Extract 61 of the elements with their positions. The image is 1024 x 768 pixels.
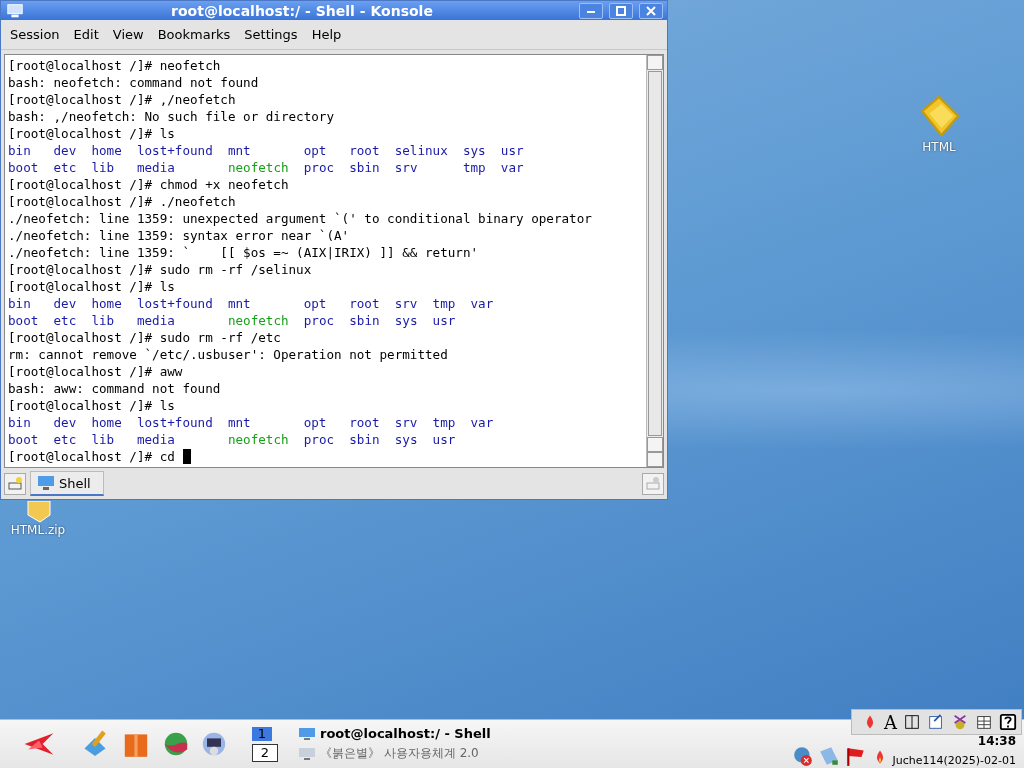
menu-item[interactable]: Settings: [237, 23, 305, 46]
terminal-line: boot etc lib media neofetch proc sbin srv tmp var: [8, 159, 524, 176]
menu-item[interactable]: View: [105, 23, 151, 46]
globe-icon[interactable]: [162, 730, 190, 758]
speaker-muted-icon[interactable]: [792, 744, 815, 767]
monitor-icon: [37, 475, 55, 491]
tools-icon[interactable]: [951, 713, 969, 731]
note-icon[interactable]: [927, 713, 945, 731]
terminal-line: bash: aww: command not found: [8, 380, 221, 397]
new-session-button[interactable]: [4, 472, 26, 495]
terminal-line: [root@localhost /]# ls: [8, 397, 175, 414]
minimize-button[interactable]: [579, 2, 603, 19]
monitor-icon: [298, 726, 316, 741]
terminal-line: bin dev home lost+found mnt opt root selinux sys usr: [8, 142, 524, 159]
close-icon: [646, 5, 656, 16]
maximize-icon: [616, 5, 626, 16]
monitor-icon: [298, 746, 316, 761]
scroll-up-button[interactable]: [647, 437, 663, 452]
clock-date: Juche114(2025)-02-01: [892, 753, 1016, 767]
monitor-icon[interactable]: [5, 1, 25, 20]
terminal-line: ./neofetch: line 1359: ` [[ $os =~ (AIX|IRIX) ]] && return': [8, 244, 479, 261]
terminal-line: bash: neofetch: command not found: [8, 74, 259, 91]
terminal-line: bin dev home lost+found mnt opt root srv tmp var: [8, 295, 494, 312]
terminal-line: [root@localhost /]# cd: [8, 448, 191, 465]
scrollbar-thumb[interactable]: [648, 71, 662, 436]
terminal-line: [root@localhost /]# sudo rm -rf /etc: [8, 329, 281, 346]
columns-icon[interactable]: [903, 713, 921, 731]
terminal-line: ./neofetch: line 1359: unexpected argument `(' to conditional binary operator: [8, 210, 592, 227]
scroll-down-button[interactable]: [647, 452, 663, 467]
window-title: root@localhost:/ - Shell - Konsole: [170, 2, 434, 19]
menu-item[interactable]: Edit: [66, 23, 106, 46]
terminal-line: boot etc lib media neofetch proc sbin sys usr: [8, 312, 456, 329]
terminal-line: [root@localhost /]# ./neofetch: [8, 193, 236, 210]
session-tab[interactable]: Shell: [30, 471, 104, 496]
terminal-line: bin dev home lost+found mnt opt root srv tmp var: [8, 414, 494, 431]
menu-item[interactable]: Session: [3, 23, 67, 46]
terminal-line: boot etc lib media neofetch proc sbin sys usr: [8, 431, 456, 448]
terminal-line: [root@localhost /]# aww: [8, 363, 183, 380]
menu-item[interactable]: Bookmarks: [150, 23, 238, 46]
terminal-line: [root@localhost /]# neofetch: [8, 57, 221, 74]
close-button[interactable]: [639, 2, 663, 19]
terminal-line: [root@localhost /]# sudo rm -rf /selinux: [8, 261, 312, 278]
maximize-button[interactable]: [609, 2, 633, 19]
desktop-pager-button[interactable]: 1: [252, 726, 272, 741]
table-icon[interactable]: [975, 713, 993, 731]
close-session-button[interactable]: [642, 472, 664, 495]
terminal-line: rm: cannot remove `/etc/.usbuser': Operation not permitted: [8, 346, 448, 363]
terminal-line: [root@localhost /]# chmod +x neofetch: [8, 176, 289, 193]
terminal-line: [root@localhost /]# ls: [8, 278, 175, 295]
terminal-line: [root@localhost /]# ,/neofetch: [8, 91, 236, 108]
scroll-up-button[interactable]: [647, 55, 663, 70]
clock-time[interactable]: 14:38: [977, 733, 1016, 748]
menu-item[interactable]: Help: [304, 23, 349, 46]
desktop-pager-button[interactable]: 2: [252, 743, 278, 762]
terminal-line: [root@localhost /]# ls: [8, 125, 175, 142]
task-button[interactable]: root@localhost:/ - Shell: [298, 726, 491, 741]
help-icon[interactable]: [999, 713, 1017, 731]
task-button[interactable]: 《붉은별》 사용자용체계 2.0: [298, 745, 491, 762]
font-button[interactable]: A: [884, 711, 897, 733]
terminal-line: ./neofetch: line 1359: syntax error near `(A': [8, 227, 350, 244]
terminal-line: bash: ,/neofetch: No such file or directory: [8, 108, 335, 125]
